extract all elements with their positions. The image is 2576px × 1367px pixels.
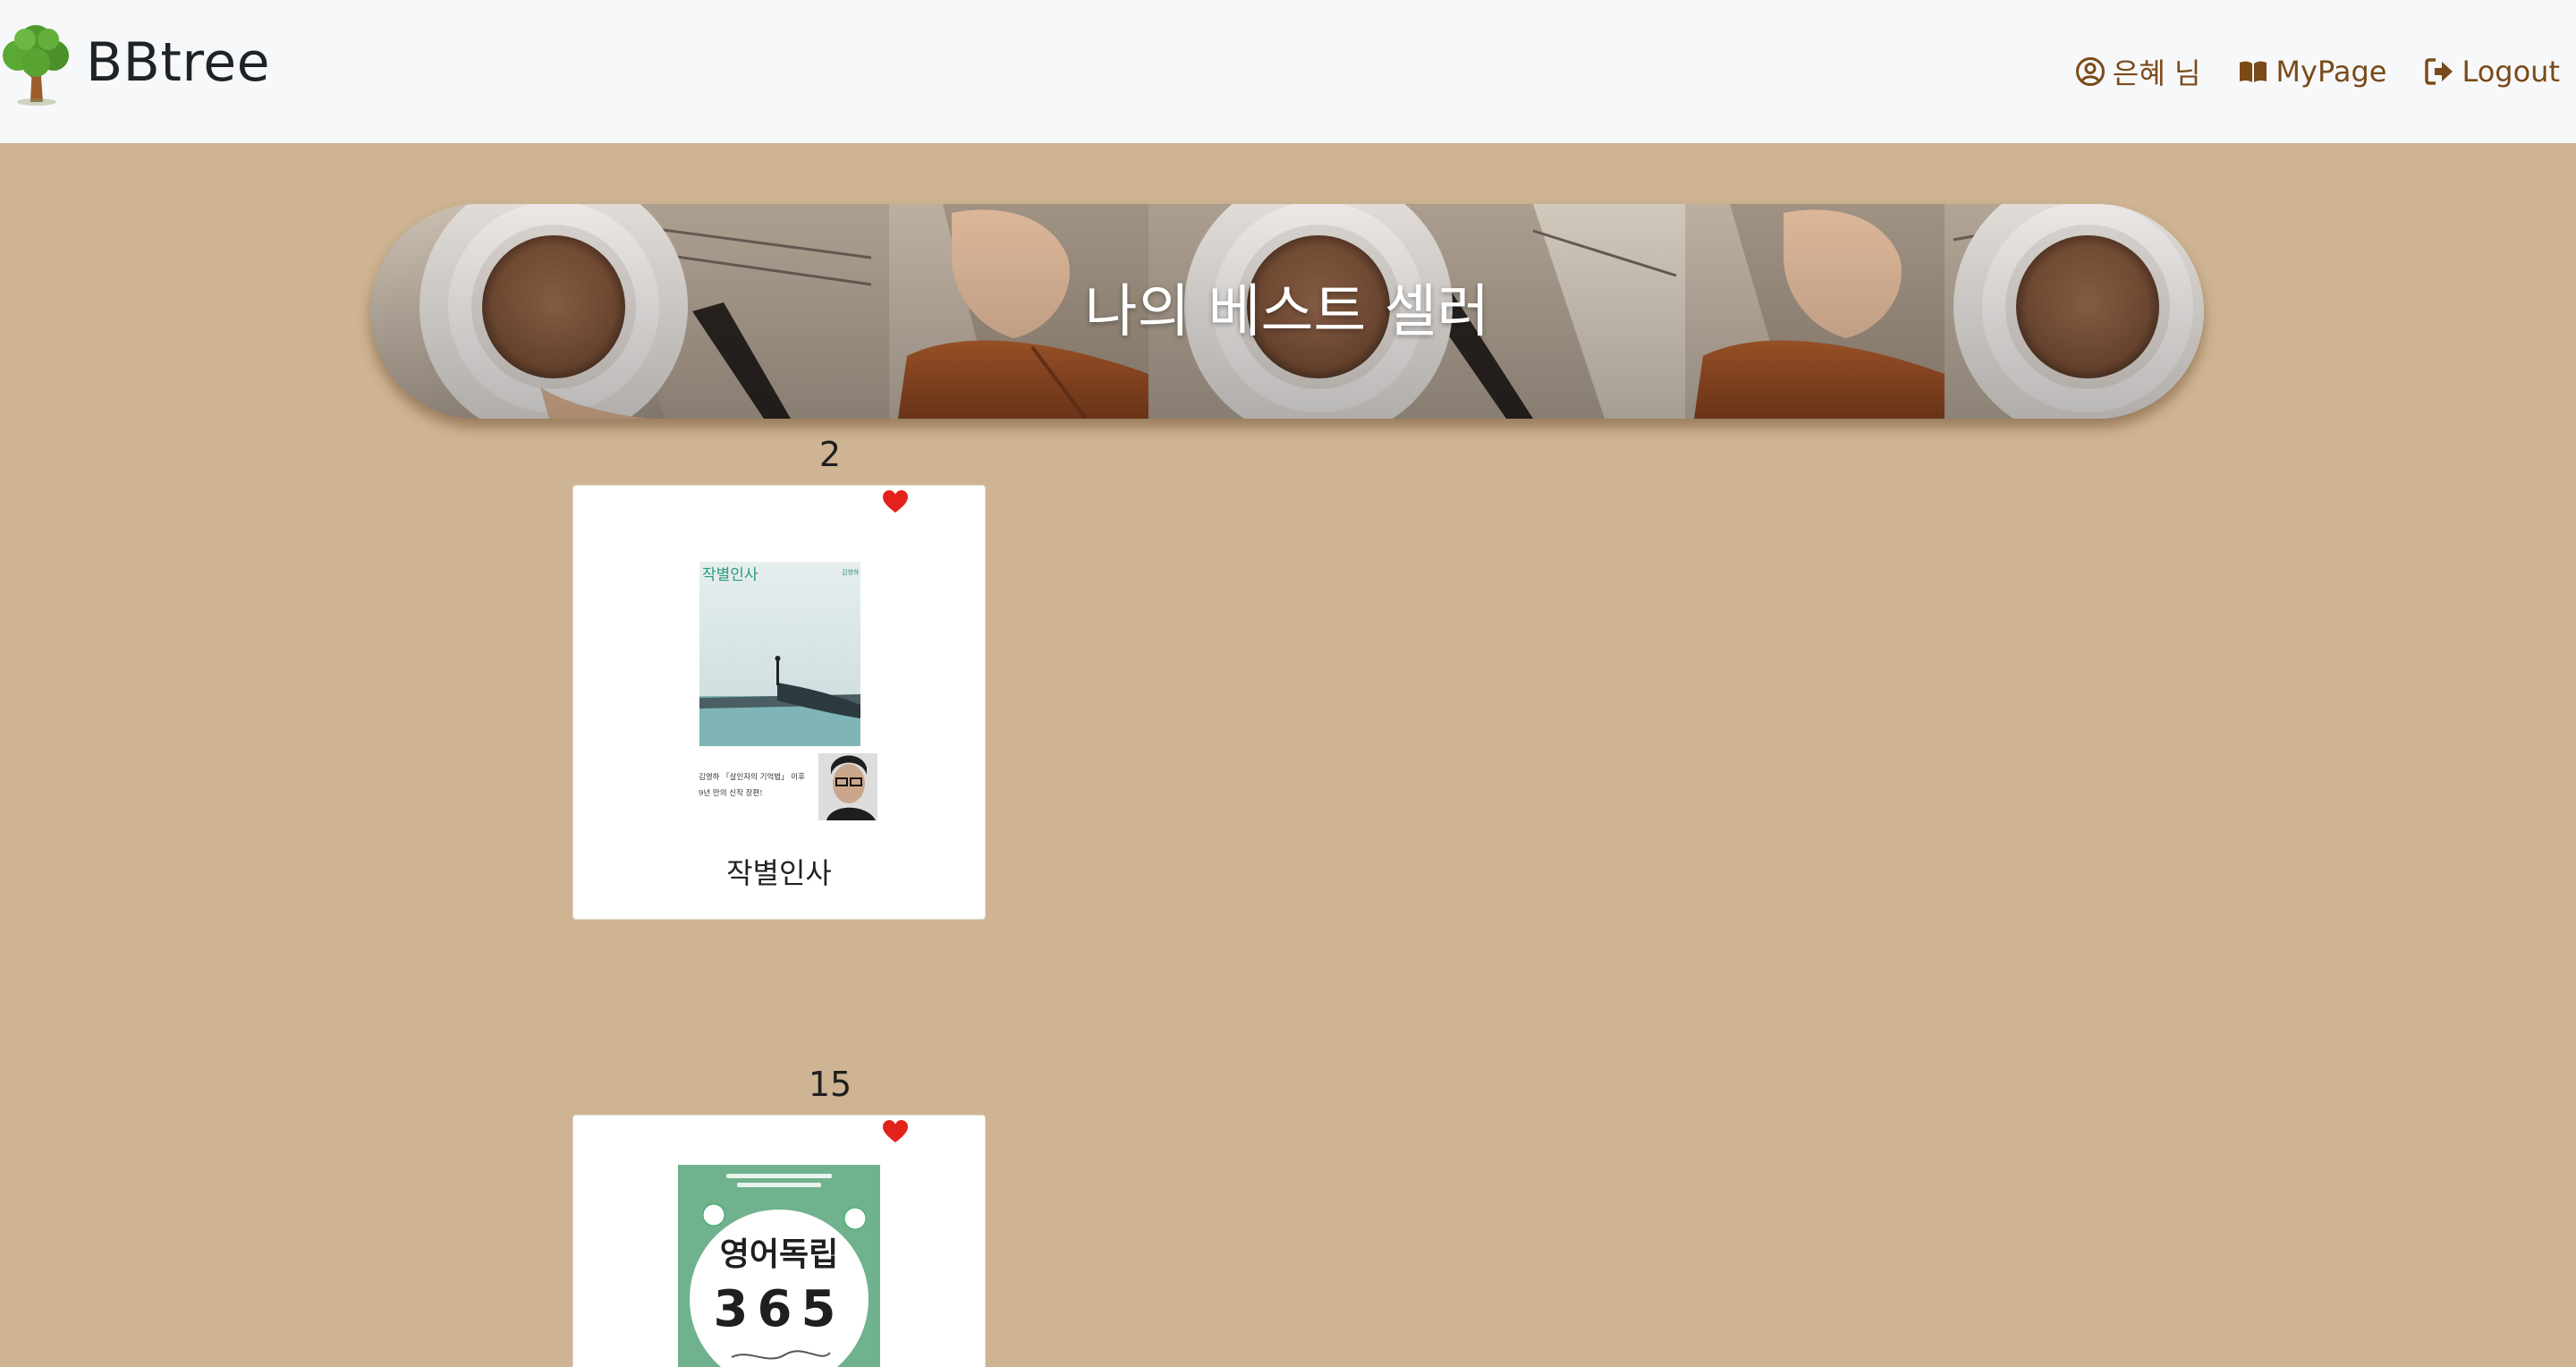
brand-name: BBtree [86, 31, 271, 94]
nav-user-profile[interactable]: 은혜 님 [2075, 51, 2201, 92]
nav-logout[interactable]: Logout [2424, 55, 2560, 89]
user-circle-icon [2075, 57, 2105, 86]
nav-user-label: 은혜 님 [2112, 56, 2201, 90]
book-card[interactable]: 작별인사 김영하 김영하 「살인자의 기억법」 이후 9년 만의 신작 장편! … [572, 485, 986, 920]
cover-title-text: 영어독립 [720, 1236, 838, 1273]
cover-author-text: 김영하 [842, 568, 860, 576]
nav-mypage-label: MyPage [2275, 55, 2387, 89]
top-navbar: BBtree 은혜 님 MyPage Logout [0, 0, 2576, 143]
nav-mypage[interactable]: MyPage [2238, 55, 2386, 89]
cover-blurb-line1: 김영하 「살인자의 기억법」 이후 [699, 772, 805, 782]
sign-out-icon [2425, 58, 2453, 85]
book-cover-image: 작별인사 김영하 김영하 「살인자의 기억법」 이후 9년 만의 신작 장편! [697, 562, 877, 830]
cover-title-text: 작별인사 [702, 566, 758, 584]
cover-number-text: 365 [714, 1280, 845, 1338]
book-cover-image: 영어독립 365 [678, 1165, 880, 1367]
bestseller-banner: 나의 베스트 셀러 [370, 204, 2204, 419]
book-rank: 15 [808, 1065, 852, 1104]
book-card[interactable]: 영어독립 365 [572, 1115, 986, 1367]
heart-icon[interactable] [882, 1119, 909, 1144]
tree-logo-icon [3, 25, 69, 106]
nav-links: 은혜 님 MyPage Logout [2038, 0, 2560, 143]
brand-link[interactable]: BBtree [0, 18, 270, 107]
book-rank: 2 [818, 435, 842, 474]
cover-blurb-line2: 9년 만의 신작 장편! [699, 788, 763, 798]
heart-icon[interactable] [882, 489, 909, 514]
nav-logout-label: Logout [2462, 55, 2560, 89]
book-open-icon [2240, 61, 2267, 82]
book-title: 작별인사 [726, 856, 832, 890]
banner-title: 나의 베스트 셀러 [1084, 279, 1490, 345]
